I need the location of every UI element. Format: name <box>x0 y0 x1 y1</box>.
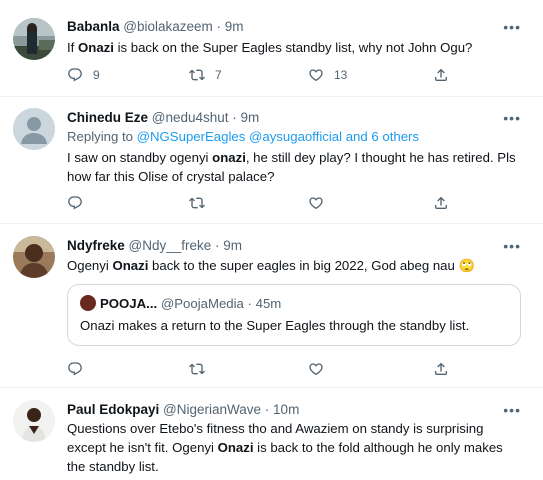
retweet-icon <box>189 361 205 377</box>
replying-to-link[interactable]: @NGSuperEagles @aysugaofficial and 6 oth… <box>137 129 419 144</box>
text-segment: back to the super eagles in big 2022, Go… <box>148 258 455 273</box>
like-icon <box>308 361 324 377</box>
more-icon[interactable]: ••• <box>503 403 521 417</box>
quoted-avatar <box>80 295 96 311</box>
tweet[interactable]: Chinedu Eze @nedu4shut · 9m ••• Replying… <box>0 97 543 224</box>
handle[interactable]: @biolakazeem <box>123 19 213 34</box>
text-segment: I saw on standby ogenyi <box>67 150 213 165</box>
avatar[interactable] <box>13 18 55 60</box>
reply-button[interactable] <box>67 195 83 211</box>
timestamp[interactable]: 9m <box>241 110 260 125</box>
quoted-tweet[interactable]: POOJA... @PoojaMedia · 45m Onazi makes a… <box>67 284 521 346</box>
avatar[interactable] <box>13 400 55 442</box>
handle[interactable]: @nedu4shut <box>152 110 229 125</box>
more-icon[interactable]: ••• <box>503 111 521 125</box>
timestamp[interactable]: 9m <box>223 238 242 253</box>
tweet-actions <box>67 195 467 213</box>
retweet-button[interactable] <box>189 361 205 377</box>
text-highlight: onazi <box>212 150 246 165</box>
tweet-header: Babanla @biolakazeem · 9m <box>67 19 244 34</box>
share-icon <box>433 361 449 377</box>
tweet-actions: 9 7 13 <box>67 67 467 85</box>
retweet-icon <box>189 195 205 211</box>
quoted-display-name: POOJA... <box>100 296 158 311</box>
share-button[interactable] <box>433 67 449 83</box>
reply-button[interactable] <box>67 361 83 377</box>
quoted-handle: @PoojaMedia <box>160 296 244 311</box>
like-button[interactable] <box>308 195 324 211</box>
avatar-photo-icon <box>13 18 55 60</box>
like-count: 13 <box>334 68 348 82</box>
separator: · <box>243 296 256 311</box>
separator: · <box>261 402 274 417</box>
tweet-text: If Onazi is back on the Super Eagles sta… <box>67 38 517 57</box>
like-icon <box>308 195 324 211</box>
display-name[interactable]: Paul Edokpayi <box>67 402 159 417</box>
retweet-button[interactable]: 7 <box>189 67 222 83</box>
separator: · <box>211 238 224 253</box>
text-highlight: Onazi <box>78 40 114 55</box>
tweet[interactable]: Babanla @biolakazeem · 9m ••• If Onazi i… <box>0 0 543 97</box>
tweet[interactable]: Ndyfreke @Ndy__freke · 9m ••• Ogenyi Ona… <box>0 224 543 388</box>
tweet[interactable]: Paul Edokpayi @NigerianWave · 10m ••• Qu… <box>0 388 543 480</box>
quoted-tweet-text: Onazi makes a return to the Super Eagles… <box>80 318 470 333</box>
timestamp[interactable]: 10m <box>273 402 299 417</box>
retweet-icon <box>189 67 205 83</box>
handle[interactable]: @Ndy__freke <box>129 238 212 253</box>
share-icon <box>433 195 449 211</box>
tweet-header: Chinedu Eze @nedu4shut · 9m <box>67 110 259 125</box>
share-button[interactable] <box>433 361 449 377</box>
reply-icon <box>67 67 83 83</box>
text-segment: If <box>67 40 78 55</box>
like-button[interactable] <box>308 361 324 377</box>
share-icon <box>433 67 449 83</box>
retweet-count: 7 <box>215 68 222 82</box>
quoted-tweet-header: POOJA... @PoojaMedia · 45m <box>80 295 281 311</box>
face-rolling-eyes-emoji-icon: 🙄 <box>458 258 475 273</box>
display-name[interactable]: Babanla <box>67 19 120 34</box>
avatar[interactable] <box>13 108 55 150</box>
tweet-text: Questions over Etebo's fitness tho and A… <box>67 419 517 476</box>
separator: · <box>212 19 225 34</box>
quoted-timestamp: 45m <box>255 296 282 311</box>
text-highlight: Onazi <box>112 258 149 273</box>
handle[interactable]: @NigerianWave <box>163 402 261 417</box>
separator: · <box>228 110 241 125</box>
tweet-text: Ogenyi Onazi back to the super eagles in… <box>67 256 517 275</box>
reply-button[interactable]: 9 <box>67 67 100 83</box>
reply-count: 9 <box>93 68 100 82</box>
retweet-button[interactable] <box>189 195 205 211</box>
tweet-header: Ndyfreke @Ndy__freke · 9m <box>67 238 242 253</box>
reply-icon <box>67 361 83 377</box>
more-icon[interactable]: ••• <box>503 20 521 34</box>
tweet-text: I saw on standby ogenyi onazi, he still … <box>67 148 517 186</box>
like-button[interactable]: 13 <box>308 67 347 83</box>
avatar-photo-icon <box>13 400 55 442</box>
tweet-header: Paul Edokpayi @NigerianWave · 10m <box>67 402 299 417</box>
more-icon[interactable]: ••• <box>503 239 521 253</box>
avatar[interactable] <box>13 236 55 278</box>
display-name[interactable]: Ndyfreke <box>67 238 125 253</box>
display-name[interactable]: Chinedu Eze <box>67 110 148 125</box>
replying-to: Replying to @NGSuperEagles @aysugaoffici… <box>67 129 419 144</box>
default-avatar-icon <box>13 108 55 150</box>
share-button[interactable] <box>433 195 449 211</box>
text-highlight: Onazi <box>217 440 254 455</box>
reply-icon <box>67 195 83 211</box>
text-segment: Ogenyi <box>67 258 113 273</box>
text-segment: is back on the Super Eagles standby list… <box>113 40 473 55</box>
like-icon <box>308 67 324 83</box>
replying-to-label: Replying to <box>67 129 137 144</box>
avatar-photo-icon <box>13 236 55 278</box>
tweet-actions <box>67 361 467 379</box>
timestamp[interactable]: 9m <box>225 19 244 34</box>
